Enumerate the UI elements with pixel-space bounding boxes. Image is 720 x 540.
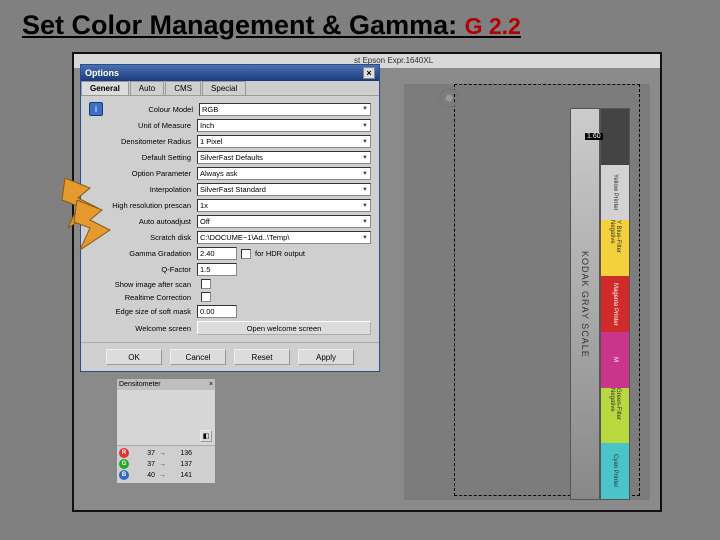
colorbar-black: 1.60 [601, 109, 629, 165]
gamma-label: Gamma Gradation [89, 249, 197, 258]
screenshot-frame: st Epson Expr.1640XL KODAK GRAY SCALE 1.… [72, 52, 662, 512]
channel-g-icon: G [119, 459, 129, 469]
cancel-button[interactable]: Cancel [170, 349, 226, 365]
qfactor-input[interactable]: 1.5 [197, 263, 237, 276]
ok-button[interactable]: OK [106, 349, 162, 365]
densi-row-b: B 40 → 141 [119, 470, 213, 480]
dens-radius-label: Densitometer Radius [89, 137, 197, 146]
hires-select[interactable]: 1x▼ [197, 199, 371, 212]
chevron-down-icon: ▼ [362, 106, 368, 112]
unit-label: Unit of Measure [89, 121, 197, 130]
scratch-select[interactable]: C:\DOCUME~1\Ad..\Temp\▼ [197, 231, 371, 244]
dens-radius-select[interactable]: 1 Pixel▼ [197, 135, 371, 148]
chevron-down-icon: ▼ [362, 187, 368, 193]
chevron-down-icon: ▼ [362, 139, 368, 145]
chevron-down-icon: ▼ [362, 123, 368, 129]
channel-r-icon: R [119, 448, 129, 458]
arrow-right-icon: → [159, 461, 166, 468]
gamma-hdr-label: for HDR output [255, 249, 305, 258]
page-title: Set Color Management & Gamma: G 2.2 [22, 10, 521, 41]
welcome-button[interactable]: Open welcome screen [197, 321, 371, 335]
gamma-input[interactable]: 2.40 [197, 247, 237, 260]
hires-label: High resolution prescan [89, 201, 197, 210]
densitometer-panel[interactable]: Densitometer × ◧ R 37 → 136 G 37 → 137 B… [116, 378, 216, 484]
option-param-select[interactable]: Always ask▼ [197, 167, 371, 180]
colorbar-magenta: M [601, 332, 629, 388]
arrow-right-icon: → [159, 450, 166, 457]
chevron-down-icon: ▼ [362, 219, 368, 225]
tab-auto[interactable]: Auto [130, 81, 164, 95]
chevron-down-icon: ▼ [362, 203, 368, 209]
dialog-body: i Colour Model RGB▼ Unit of Measure Inch… [81, 96, 379, 342]
densitometer-tool-button[interactable]: ◧ [200, 430, 212, 442]
dialog-titlebar[interactable]: Options × [81, 65, 379, 81]
close-icon[interactable]: × [363, 67, 375, 79]
info-icon[interactable]: i [89, 102, 103, 116]
options-dialog: Options × General Auto CMS Special i Col… [80, 64, 380, 372]
auto-label: Auto autoadjust [89, 217, 197, 226]
densitometer-preview: ◧ [117, 390, 215, 446]
softmask-input[interactable]: 0.00 [197, 305, 237, 318]
showafter-label: Show image after scan [89, 280, 197, 289]
densitometer-header[interactable]: Densitometer × [117, 379, 215, 390]
dialog-button-row: OK Cancel Reset Apply [81, 342, 379, 371]
qfactor-label: Q-Factor [89, 265, 197, 274]
option-param-label: Option Parameter [89, 169, 197, 178]
auto-select[interactable]: Off▼ [197, 215, 371, 228]
color-bars: 1.60 Yellow Printer Y Blue-Filter Negati… [600, 108, 630, 500]
colorbar-green: Green-Filter Negative [601, 388, 629, 444]
color-model-label: Colour Model [107, 105, 199, 114]
chevron-down-icon: ▼ [362, 155, 368, 161]
dialog-title: Options [85, 68, 119, 78]
title-main: Set Color Management & Gamma: [22, 10, 465, 40]
registration-target-icon [439, 88, 459, 108]
tab-special[interactable]: Special [202, 81, 246, 95]
scratch-label: Scratch disk [89, 233, 197, 242]
reset-button[interactable]: Reset [234, 349, 290, 365]
gamma-hdr-checkbox[interactable] [241, 249, 251, 259]
channel-b-icon: B [119, 470, 129, 480]
color-model-select[interactable]: RGB▼ [199, 103, 371, 116]
welcome-label: Welcome screen [89, 324, 197, 333]
densitometer-values: R 37 → 136 G 37 → 137 B 40 → 141 [117, 446, 215, 483]
colorbar-red: Magenta Printer [601, 276, 629, 332]
realtime-label: Realtime Correction [89, 293, 197, 302]
chevron-down-icon: ▼ [362, 171, 368, 177]
softmask-label: Edge size of soft mask [89, 307, 197, 316]
arrow-right-icon: → [159, 472, 166, 479]
default-setting-select[interactable]: SilverFast Defaults▼ [197, 151, 371, 164]
apply-button[interactable]: Apply [298, 349, 354, 365]
realtime-checkbox[interactable] [201, 292, 211, 302]
panel-close-icon[interactable]: × [209, 381, 213, 388]
scan-preview-area: KODAK GRAY SCALE 1.60 Yellow Printer Y B… [404, 84, 650, 500]
interp-label: Interpolation [89, 185, 197, 194]
gray-scale-label: KODAK GRAY SCALE [570, 108, 600, 500]
showafter-checkbox[interactable] [201, 279, 211, 289]
chevron-down-icon: ▼ [362, 235, 368, 241]
densi-row-r: R 37 → 136 [119, 448, 213, 458]
tab-general[interactable]: General [81, 81, 129, 95]
interp-select[interactable]: SilverFast Standard▼ [197, 183, 371, 196]
tab-cms[interactable]: CMS [165, 81, 201, 95]
kodak-calibration-strip: KODAK GRAY SCALE 1.60 Yellow Printer Y B… [570, 108, 630, 500]
colorbar-yellowprinter: Yellow Printer [601, 165, 629, 221]
dialog-tabs: General Auto CMS Special [81, 81, 379, 96]
colorbar-yellow: Y Blue-Filter Negative [601, 220, 629, 276]
colorbar-cyan: Cyan Printer [601, 443, 629, 499]
densi-row-g: G 37 → 137 [119, 459, 213, 469]
title-gamma: G 2.2 [465, 13, 521, 39]
unit-select[interactable]: Inch▼ [197, 119, 371, 132]
default-setting-label: Default Setting [89, 153, 197, 162]
